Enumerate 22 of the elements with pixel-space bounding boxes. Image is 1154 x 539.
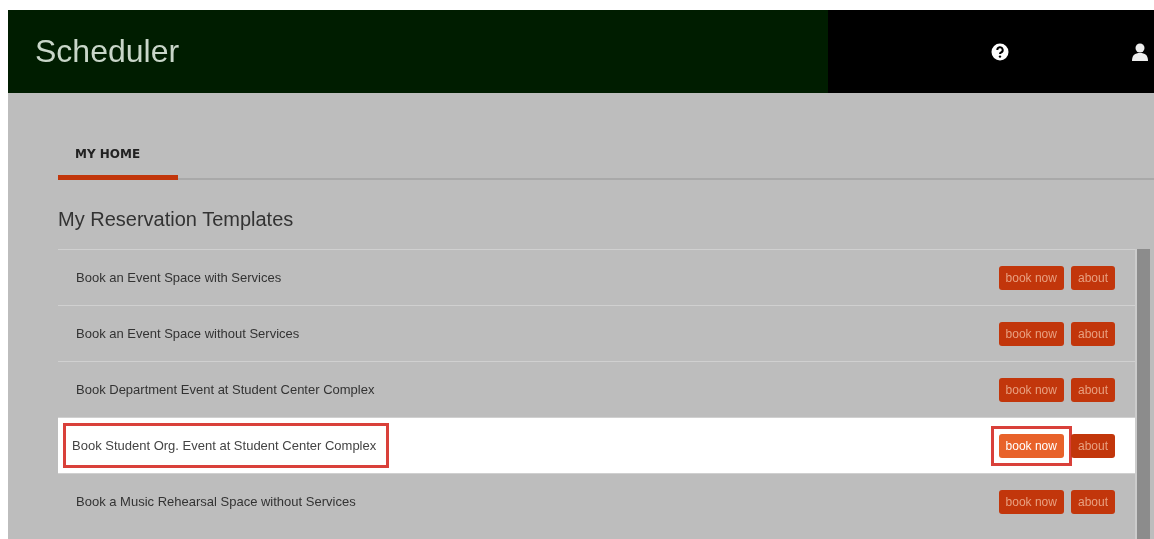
- book-now-button[interactable]: book now: [998, 265, 1064, 290]
- template-name: Book Student Org. Event at Student Center Complex: [66, 426, 387, 465]
- template-name: Book an Event Space without Services: [76, 326, 300, 341]
- scrollbar[interactable]: [1135, 249, 1150, 539]
- template-name: Book a Music Rehearsal Space without Services: [76, 494, 356, 509]
- about-button[interactable]: about: [1070, 377, 1115, 402]
- template-name: Book Department Event at Student Center Complex: [76, 382, 375, 397]
- book-now-button[interactable]: book now: [998, 433, 1064, 458]
- about-button[interactable]: about: [1070, 265, 1115, 290]
- tab[interactable]: MY HOME: [58, 147, 178, 180]
- template-name: Book an Event Space with Services: [76, 270, 282, 285]
- template-row[interactable]: Book Student Org. Event at Student Center Complex book now about: [58, 417, 1135, 473]
- book-now-button[interactable]: book now: [998, 377, 1064, 402]
- app-title: Scheduler: [35, 33, 180, 70]
- help-icon[interactable]: [991, 42, 1009, 61]
- book-now-button[interactable]: book now: [998, 321, 1064, 346]
- book-now-button[interactable]: book now: [998, 489, 1064, 514]
- about-button[interactable]: about: [1070, 489, 1115, 514]
- user-icon[interactable]: [1132, 42, 1148, 61]
- about-button[interactable]: about: [1070, 321, 1115, 346]
- about-button[interactable]: about: [1070, 433, 1115, 458]
- section-title: My Reservation Templates: [58, 208, 295, 231]
